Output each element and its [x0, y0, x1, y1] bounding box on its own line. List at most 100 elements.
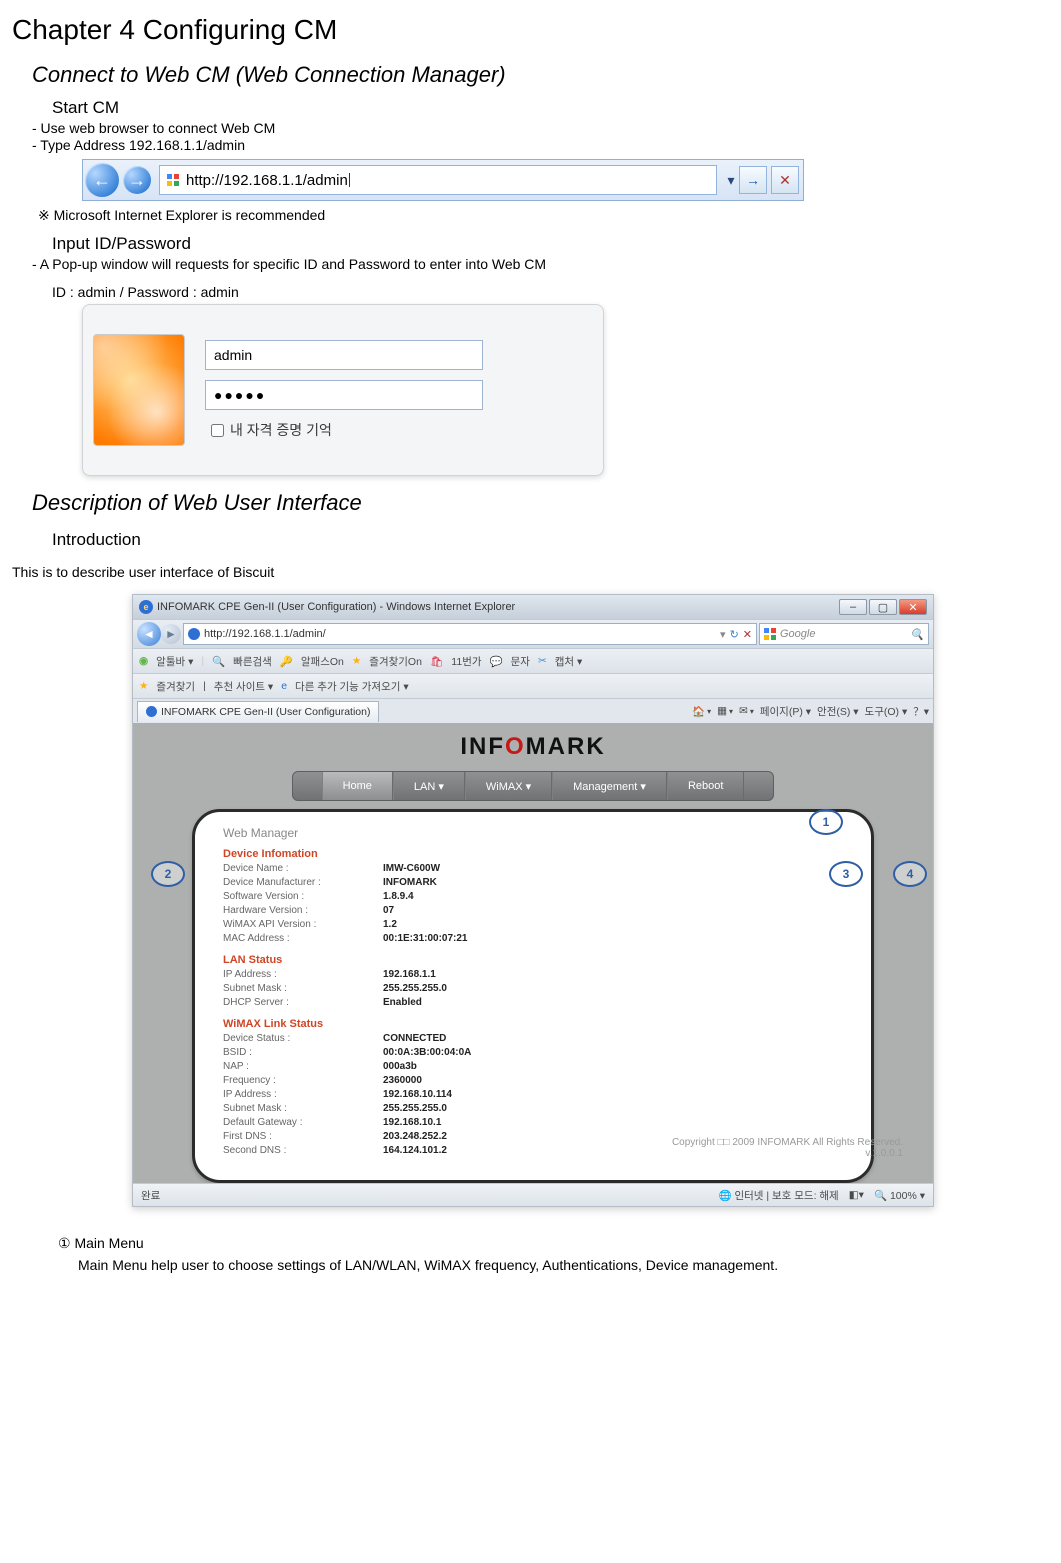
ie-address-dropdown-icon[interactable]: ▾ — [720, 628, 726, 641]
toolbar-item[interactable]: 빠른검색 — [233, 654, 272, 669]
tabmenu-help-icon[interactable]: ？▾ — [913, 704, 929, 719]
kv-key: Subnet Mask : — [223, 982, 383, 996]
nav-reboot[interactable]: Reboot — [667, 772, 744, 800]
capture-icon: ✂ — [538, 655, 547, 667]
toolbar-item[interactable]: 캡처 ▾ — [555, 654, 583, 669]
kv-row: Device Manufacturer :INFOMARK — [223, 876, 843, 890]
ie-refresh-icon[interactable]: ↻ — [730, 628, 739, 641]
remember-checkbox-input[interactable] — [211, 424, 224, 437]
nav-lan[interactable]: LAN ▾ — [393, 772, 465, 800]
address-dropdown-icon[interactable]: ▾ — [723, 172, 739, 189]
kv-value: 192.168.1.1 — [383, 968, 436, 982]
ie-stop-icon[interactable]: ✕ — [743, 628, 752, 641]
minimize-icon[interactable]: – — [839, 599, 867, 615]
callout-badge-2: 2 — [151, 861, 185, 887]
nav-wimax[interactable]: WiMAX ▾ — [465, 772, 552, 800]
panel-title: Web Manager — [223, 826, 843, 840]
kv-key: Subnet Mask : — [223, 1102, 383, 1116]
search-go-icon[interactable]: 🔍 — [910, 628, 924, 641]
kv-row: Subnet Mask :255.255.255.0 — [223, 982, 843, 996]
kv-value: 07 — [383, 904, 394, 918]
start-cm-line2: - Type Address 192.168.1.1/admin — [32, 137, 1049, 153]
address-input[interactable]: http://192.168.1.1/admin — [159, 165, 717, 195]
toolbar-item[interactable]: 알패스On — [301, 654, 344, 669]
kv-key: Software Version : — [223, 890, 383, 904]
nav-home[interactable]: Home — [322, 772, 393, 800]
stop-button-icon[interactable]: ✕ — [771, 166, 799, 194]
altoolbar-logo-icon: ◉ — [139, 655, 148, 667]
kv-value: Enabled — [383, 996, 422, 1010]
zoom-level[interactable]: 🔍 100% ▾ — [874, 1189, 925, 1202]
status-split-icon[interactable]: ◧▾ — [849, 1189, 864, 1201]
favorites-label[interactable]: 즐겨찾기 — [156, 679, 195, 694]
nav-forward-icon[interactable]: → — [123, 166, 151, 194]
kv-key: DHCP Server : — [223, 996, 383, 1010]
kv-value: IMW-C600W — [383, 862, 440, 876]
copyright-text: Copyright □□ 2009 INFOMARK All Rights Re… — [672, 1137, 903, 1159]
introduction-body: This is to describe user interface of Bi… — [12, 564, 1049, 580]
toolbar-item[interactable]: 즐겨찾기On — [369, 654, 422, 669]
maximize-icon[interactable]: ▢ — [869, 599, 897, 615]
caret-icon — [349, 173, 350, 187]
ie-titlebar: e INFOMARK CPE Gen-II (User Configuratio… — [133, 595, 933, 619]
status-done: 완료 — [141, 1188, 160, 1203]
figure-login-dialog: admin ●●●●● 내 자격 증명 기억 — [82, 304, 604, 476]
login-username-input[interactable]: admin — [205, 340, 483, 370]
figure-address-bar: ← → http://192.168.1.1/admin ▾ → ✕ — [82, 159, 804, 201]
tabmenu-mail-icon[interactable]: ✉▾ — [739, 705, 754, 717]
tabmenu-home-icon[interactable]: 🏠▾ — [692, 705, 711, 718]
login-password-input[interactable]: ●●●●● — [205, 380, 483, 410]
chapter-title: Chapter 4 Configuring CM — [12, 14, 1049, 46]
callout-badge-3: 3 — [829, 861, 863, 887]
footnote-main-menu-body: Main Menu help user to choose settings o… — [78, 1256, 1003, 1274]
ie-nav-forward-icon[interactable]: ► — [161, 624, 181, 644]
tabmenu-safety[interactable]: 안전(S) ▾ — [817, 704, 859, 719]
favbar-item[interactable]: 추천 사이트 ▾ — [214, 679, 273, 694]
kv-value: 192.168.10.114 — [383, 1088, 452, 1102]
kv-value: 192.168.10.1 — [383, 1116, 441, 1130]
introduction-heading: Introduction — [52, 530, 1049, 550]
kv-value: 00:0A:3B:00:04:0A — [383, 1046, 471, 1060]
ie-address-input[interactable]: http://192.168.1.1/admin/ ▾ ↻ ✕ — [183, 623, 757, 645]
browser-tab[interactable]: INFOMARK CPE Gen-II (User Configuration) — [137, 701, 379, 722]
tab-menu-bar: 🏠▾ ▦▾ ✉▾ 페이지(P) ▾ 안전(S) ▾ 도구(O) ▾ ？▾ — [692, 704, 929, 719]
toolbar-item[interactable]: 문자 — [511, 654, 530, 669]
kv-value: INFOMARK — [383, 876, 437, 890]
toolbar-item[interactable]: 알툴바 ▾ — [156, 654, 193, 669]
ie-search-input[interactable]: Google 🔍 — [759, 623, 929, 645]
favbar-item[interactable]: 다른 추가 기능 가져오기 ▾ — [295, 679, 409, 694]
nav-back-icon[interactable]: ← — [85, 163, 119, 197]
ie-tab-bar: INFOMARK CPE Gen-II (User Configuration)… — [133, 698, 933, 723]
kv-row: Default Gateway :192.168.10.1 — [223, 1116, 843, 1130]
ie-nav-back-icon[interactable]: ◄ — [137, 622, 161, 646]
kv-row: IP Address :192.168.1.1 — [223, 968, 843, 982]
kv-key: Device Status : — [223, 1032, 383, 1046]
start-cm-heading: Start CM — [52, 98, 1049, 118]
go-button-icon[interactable]: → — [739, 166, 767, 194]
kv-key: Second DNS : — [223, 1144, 383, 1158]
google-icon — [764, 628, 776, 640]
main-menu-nav: Home LAN ▾ WiMAX ▾ Management ▾ Reboot — [292, 771, 774, 801]
kv-value: 1.8.9.4 — [383, 890, 414, 904]
kv-value: 2360000 — [383, 1074, 422, 1088]
kv-value: 164.124.101.2 — [383, 1144, 447, 1158]
kv-row: Subnet Mask :255.255.255.0 — [223, 1102, 843, 1116]
kv-key: Frequency : — [223, 1074, 383, 1088]
nav-management[interactable]: Management ▾ — [552, 772, 667, 800]
footnote-main-menu-title: ① Main Menu — [58, 1235, 1003, 1252]
kv-value: 255.255.255.0 — [383, 1102, 447, 1116]
tabmenu-page[interactable]: 페이지(P) ▾ — [760, 704, 811, 719]
tabmenu-feed-icon[interactable]: ▦▾ — [717, 705, 733, 717]
group-device-info: Device Infomation — [223, 848, 843, 860]
ie-address-text: http://192.168.1.1/admin/ — [204, 628, 326, 640]
remember-credentials-checkbox[interactable]: 내 자격 증명 기억 — [207, 420, 593, 440]
ie-body: 1 2 3 4 INFOMARK Home LAN ▾ WiMAX ▾ Mana… — [133, 723, 933, 1183]
kv-row: NAP :000a3b — [223, 1060, 843, 1074]
toolbar-item[interactable]: 11번가 — [451, 654, 481, 669]
close-icon[interactable]: ✕ — [899, 599, 927, 615]
ie-status-bar: 완료 🌐 인터넷 | 보호 모드: 해제 ◧▾ 🔍 100% ▾ — [133, 1183, 933, 1206]
kv-key: NAP : — [223, 1060, 383, 1074]
ie-recommended-note: ※ Microsoft Internet Explorer is recomme… — [38, 207, 1049, 224]
tabmenu-tools[interactable]: 도구(O) ▾ — [865, 704, 908, 719]
ie-logo-icon: e — [139, 600, 153, 614]
